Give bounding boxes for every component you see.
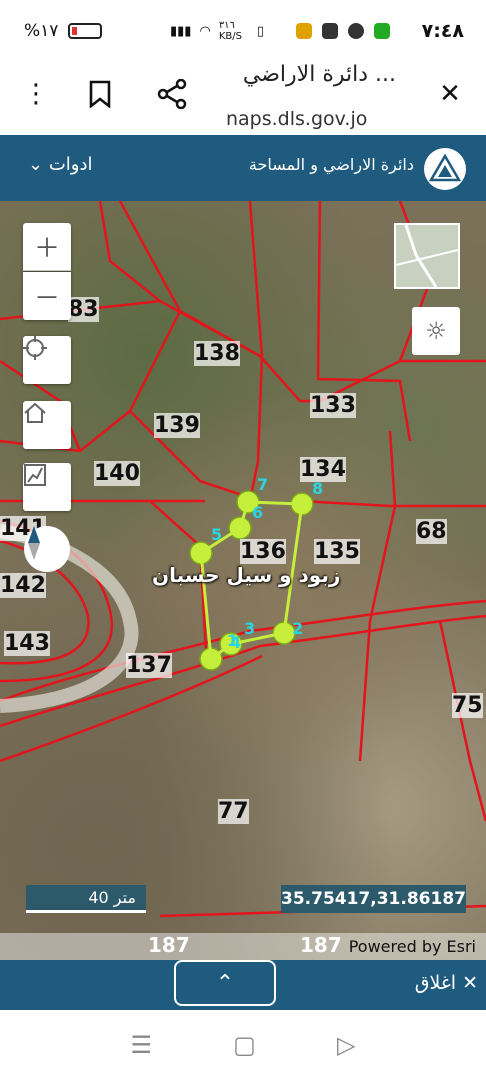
share-icon[interactable] (152, 74, 192, 114)
close-icon: ✕ (456, 972, 478, 994)
parcel-label: 68 (416, 519, 447, 544)
status-bar: %١٧ ▮▮▮ ◠ ٣١٦ KB/S ▯ ٧:٤٨ (0, 0, 486, 62)
vertex-label: 8 (312, 479, 324, 498)
expand-button[interactable]: ⌃ (174, 960, 276, 1006)
chevron-down-icon: ⌄ (28, 154, 44, 175)
owner-label: زبود و سيل حسبان (152, 563, 341, 587)
system-nav-bar: ☰ ▢ ▷ (0, 1010, 486, 1080)
parcel-label: 77 (218, 799, 249, 824)
app-name: دائرة الاراضي و المساحة (248, 155, 414, 174)
vertex-label: 5 (211, 525, 223, 544)
recents-icon[interactable]: ☰ (131, 1031, 153, 1059)
parcel-label: 137 (126, 653, 172, 678)
esri-attribution: Powered by Esri (348, 937, 476, 956)
zoom-out-button[interactable]: － (23, 272, 71, 320)
parcel-label: 139 (154, 413, 200, 438)
tools-label: ادوات (48, 154, 93, 175)
parcel-label: 142 (0, 573, 46, 598)
coordinates-readout: 35.75417,31.86187 (281, 885, 466, 913)
parcel-label: 75 (452, 693, 483, 718)
vertex-label: 3 (244, 619, 256, 638)
page-title: دائرة الاراضي ... (242, 62, 396, 87)
home-button[interactable] (23, 401, 71, 449)
scale-bar: 40 متر (26, 885, 146, 913)
app-notification-icon (322, 23, 338, 39)
app-header: ⌄ ادوات دائرة الاراضي و المساحة (0, 135, 486, 201)
close-label: اغلاق (414, 972, 457, 994)
measure-icon (24, 464, 46, 486)
parcel-label: 135 (314, 539, 360, 564)
back-icon[interactable]: ▷ (337, 1031, 355, 1059)
parcel-label: 143 (4, 631, 50, 656)
parcel-label: 136 (240, 539, 286, 564)
chevron-up-icon: ⌃ (215, 970, 235, 996)
parcel-label: 133 (310, 393, 356, 418)
bottom-bar: ⌃ اغلاق ✕ (0, 960, 486, 1010)
overview-map[interactable] (394, 223, 460, 289)
wifi-icon: ◠ (199, 23, 211, 39)
vertex-label: 6 (252, 503, 264, 522)
url-text[interactable]: naps.dls.gov.jo (226, 108, 367, 130)
bookmark-icon[interactable] (80, 74, 120, 114)
compass-icon[interactable] (24, 526, 70, 572)
close-icon[interactable]: ✕ (430, 74, 470, 114)
crosshair-icon (23, 336, 47, 360)
menu-dots-icon[interactable]: ⋮ (16, 74, 56, 114)
tools-menu[interactable]: ⌄ ادوات (28, 154, 92, 175)
vertex-label: 2 (292, 619, 304, 638)
vertex-label: 7 (257, 475, 269, 494)
parcel-label: 138 (194, 341, 240, 366)
messenger-icon (348, 23, 364, 39)
measure-button[interactable] (23, 463, 71, 511)
locate-button[interactable] (23, 336, 71, 384)
battery-icon (68, 23, 103, 39)
close-panel-button[interactable]: اغلاق ✕ (415, 972, 478, 994)
battery-app-icon (374, 23, 390, 39)
zoom-in-button[interactable]: ＋ (23, 223, 71, 271)
vertex-label: 4 (230, 633, 242, 652)
home-icon (24, 402, 46, 423)
browser-bar: ⋮ دائرة الاراضي ... naps.dls.gov.jo ✕ (0, 62, 486, 134)
signal-icon: ▮▮▮ (170, 23, 192, 39)
parcel-label: 83 (68, 297, 99, 322)
dls-logo-icon[interactable] (424, 148, 466, 190)
home-nav-icon[interactable]: ▢ (233, 1031, 256, 1059)
net-speed: ٣١٦ KB/S (218, 20, 242, 42)
clock: ٧:٤٨ (421, 20, 464, 42)
vibrate-icon: ▯ (256, 23, 264, 39)
battery-text: %١٧ (24, 21, 59, 41)
parcel-label: 140 (94, 461, 140, 486)
map-view[interactable]: 83 138 133 139 134 140 68 141 136 135 14… (0, 201, 486, 960)
sun-icon[interactable]: ☼ (412, 307, 460, 355)
app-notification-icon (296, 23, 312, 39)
